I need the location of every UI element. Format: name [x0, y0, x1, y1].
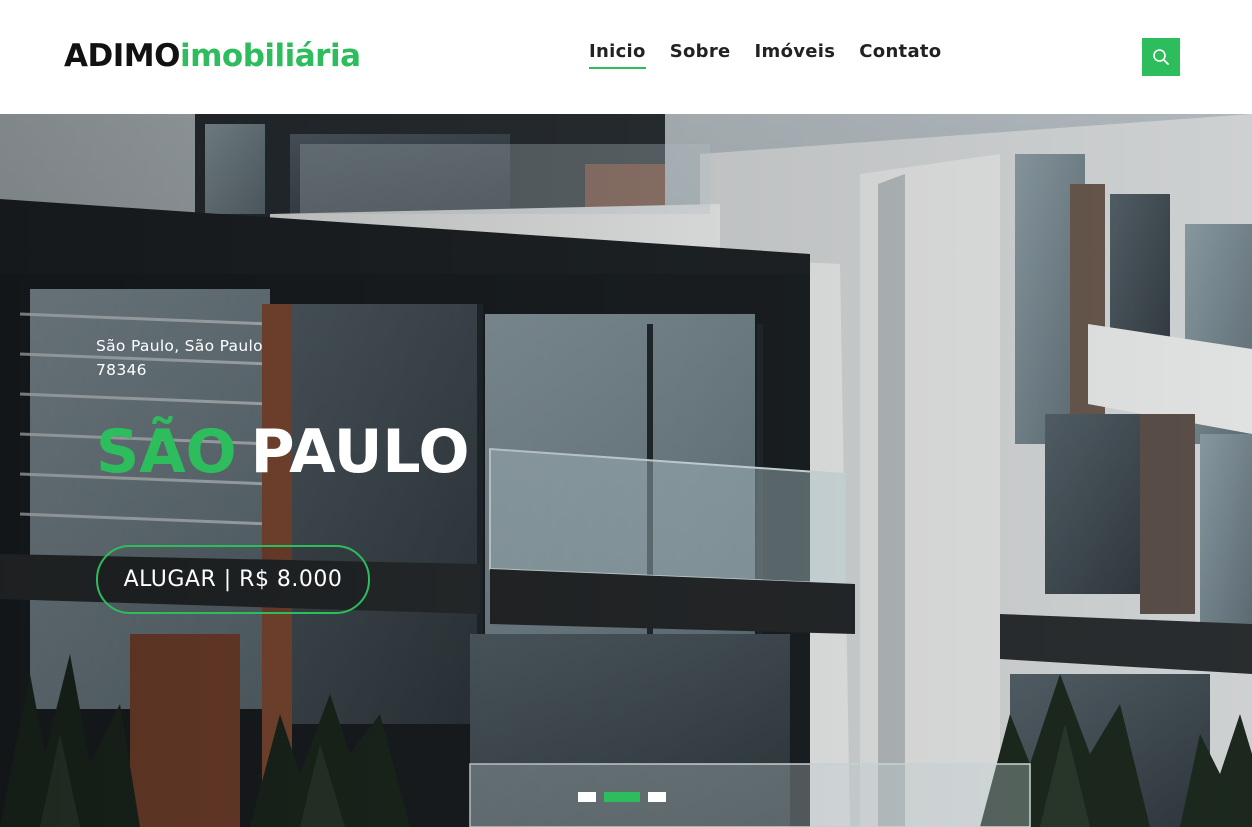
location-city: São Paulo, São Paulo: [96, 337, 263, 355]
slider-dot-2[interactable]: [604, 792, 640, 802]
main-nav: Inicio Sobre Imóveis Contato: [589, 40, 941, 70]
slider-dot-3[interactable]: [648, 792, 666, 802]
nav-item-sobre[interactable]: Sobre: [670, 40, 731, 67]
nav-item-contato[interactable]: Contato: [859, 40, 941, 67]
location-zip: 78346: [96, 361, 147, 379]
rent-price-button[interactable]: ALUGAR | R$ 8.000: [96, 545, 370, 614]
hero-title-accent: SÃO: [96, 417, 237, 487]
slider-dots: [578, 792, 666, 802]
brand-primary: ADIMO: [64, 38, 180, 74]
brand-secondary: imobiliária: [179, 38, 361, 74]
nav-item-inicio[interactable]: Inicio: [589, 40, 646, 69]
slider-dot-1[interactable]: [578, 792, 596, 802]
hero-title-main: PAULO: [250, 417, 470, 487]
search-button[interactable]: [1142, 38, 1180, 76]
brand-logo[interactable]: ADIMOimobiliária: [64, 36, 361, 76]
search-icon: [1153, 49, 1169, 65]
property-location: São Paulo, São Paulo 78346: [96, 334, 316, 382]
site-header: ADIMOimobiliária Inicio Sobre Imóveis Co…: [0, 0, 1252, 114]
nav-item-imoveis[interactable]: Imóveis: [755, 40, 836, 67]
hero-title: SÃO PAULO: [96, 412, 470, 492]
hero-slider: São Paulo, São Paulo 78346 SÃO PAULO ALUG…: [0, 114, 1252, 827]
